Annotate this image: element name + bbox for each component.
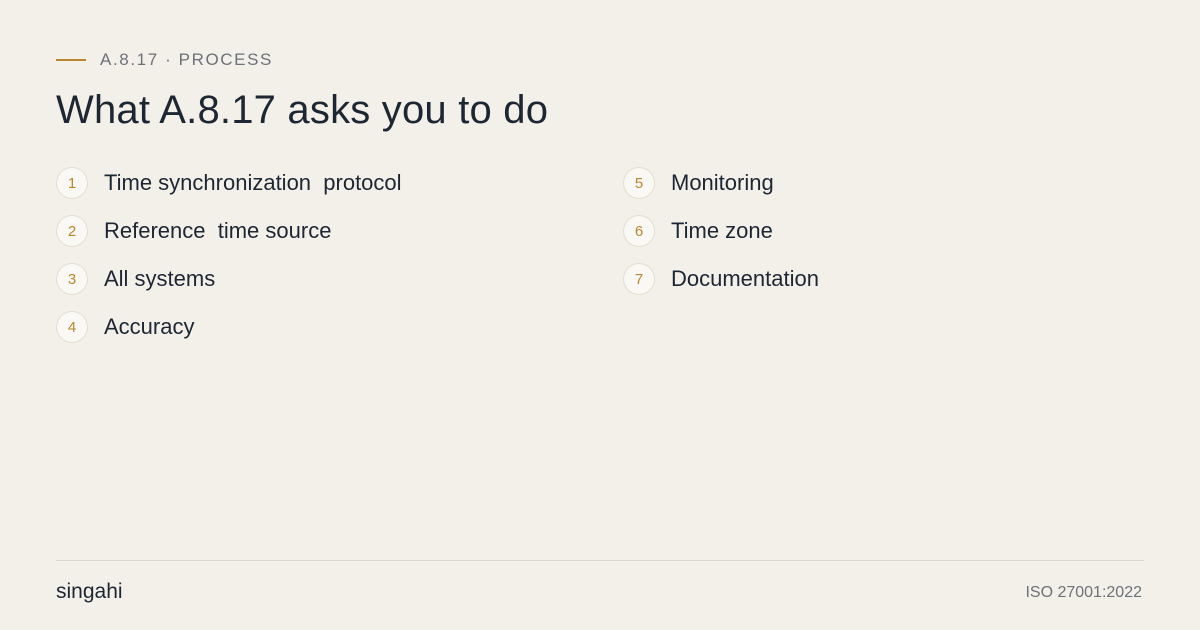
step-item: 6 Time zone xyxy=(623,213,1143,249)
eyebrow-accent-line xyxy=(56,59,86,61)
standard-reference: ISO 27001:2022 xyxy=(1025,584,1142,601)
step-number-badge: 3 xyxy=(56,263,88,295)
step-item: 7 Documentation xyxy=(623,261,1143,297)
step-label: Documentation xyxy=(671,266,819,291)
steps-list-left: 1 Time synchronization protocol 2 Refere… xyxy=(56,165,576,357)
step-item: 1 Time synchronization protocol xyxy=(56,165,576,201)
step-label: Time zone xyxy=(671,218,773,243)
step-item: 3 All systems xyxy=(56,261,576,297)
footer-divider xyxy=(56,560,1144,561)
step-number-badge: 7 xyxy=(623,263,655,295)
step-number-badge: 6 xyxy=(623,215,655,247)
eyebrow: A.8.17 · PROCESS xyxy=(56,49,273,71)
page-title: What A.8.17 asks you to do xyxy=(56,88,549,132)
brand-name: singahi xyxy=(56,580,123,603)
step-number-badge: 1 xyxy=(56,167,88,199)
step-label: Accuracy xyxy=(104,314,195,339)
step-number-badge: 5 xyxy=(623,167,655,199)
step-label: Monitoring xyxy=(671,170,774,195)
step-label: Reference time source xyxy=(104,218,332,243)
step-item: 2 Reference time source xyxy=(56,213,576,249)
step-number-badge: 4 xyxy=(56,311,88,343)
step-item: 5 Monitoring xyxy=(623,165,1143,201)
step-item: 4 Accuracy xyxy=(56,309,576,345)
step-number-badge: 2 xyxy=(56,215,88,247)
steps-list-right: 5 Monitoring 6 Time zone 7 Documentation xyxy=(623,165,1143,309)
step-label: Time synchronization protocol xyxy=(104,170,402,195)
step-label: All systems xyxy=(104,266,216,291)
eyebrow-text: A.8.17 · PROCESS xyxy=(100,50,273,69)
